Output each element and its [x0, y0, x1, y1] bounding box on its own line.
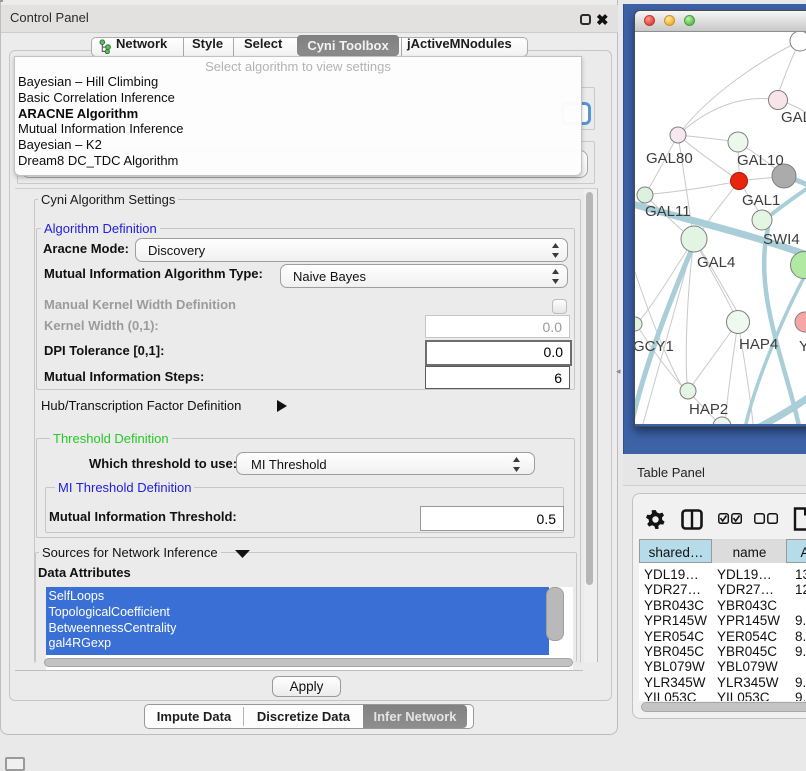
svg-text:GAL80: GAL80: [646, 150, 693, 167]
svg-text:GCY1: GCY1: [635, 338, 674, 355]
svg-text:Y: Y: [799, 338, 806, 355]
svg-text:GAL11: GAL11: [645, 203, 691, 220]
svg-text:GAL4: GAL4: [697, 254, 735, 271]
svg-text:SWI4: SWI4: [763, 231, 800, 248]
svg-text:HAP2: HAP2: [689, 401, 728, 418]
svg-text:GAL10: GAL10: [737, 152, 784, 169]
svg-text:GAL7: GAL7: [781, 109, 806, 126]
svg-text:HAP4: HAP4: [739, 336, 778, 353]
svg-text:GAL1: GAL1: [742, 192, 780, 209]
